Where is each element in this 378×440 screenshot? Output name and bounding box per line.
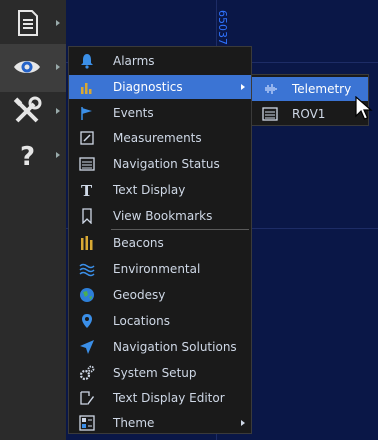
globe-icon: [80, 288, 94, 302]
chevron-right-icon: [56, 152, 60, 158]
menu-item-label: Geodesy: [113, 288, 166, 302]
menu-item-geodesy[interactable]: Geodesy: [69, 283, 251, 307]
diagnostics-submenu: Telemetry ROV1: [251, 74, 369, 126]
map-pin-icon: [82, 314, 92, 328]
toolbar-view-button[interactable]: [0, 44, 66, 92]
theme-palette-icon: [79, 415, 95, 431]
menu-item-label: Text Display: [113, 183, 186, 197]
menu-item-locations[interactable]: Locations: [69, 309, 251, 333]
menu-item-diagnostics[interactable]: Diagnostics: [69, 75, 251, 99]
view-menu: Alarms Diagnostics Events Measurements N…: [68, 46, 252, 434]
bar-chart-icon: [81, 83, 92, 94]
menu-item-events[interactable]: Events: [69, 101, 251, 125]
chevron-right-icon: [56, 64, 60, 70]
signal-wave-icon: [265, 84, 277, 94]
menu-item-measurements[interactable]: Measurements: [69, 126, 251, 150]
tools-icon: [13, 96, 42, 123]
chevron-right-icon: [56, 20, 60, 26]
menu-item-label: Theme: [113, 416, 155, 430]
status-panel-icon: [262, 107, 278, 121]
submenu-arrow-icon: [241, 84, 245, 90]
menu-item-text-display-editor[interactable]: Text Display Editor: [69, 386, 251, 410]
menu-item-text-display[interactable]: T Text Display: [69, 178, 251, 202]
status-panel-icon: [79, 157, 95, 171]
submenu-item-label: Telemetry: [292, 82, 352, 96]
menu-item-theme[interactable]: Theme: [69, 411, 251, 435]
submenu-arrow-icon: [241, 420, 245, 426]
eye-icon: [14, 61, 40, 73]
menu-item-label: Navigation Solutions: [113, 340, 237, 354]
menu-item-navigation-status[interactable]: Navigation Status: [69, 152, 251, 176]
svg-text:T: T: [81, 182, 93, 198]
menu-item-environmental[interactable]: Environmental: [69, 257, 251, 281]
waves-icon: [79, 263, 95, 277]
menu-item-label: Alarms: [113, 54, 155, 68]
menu-item-system-setup[interactable]: System Setup: [69, 361, 251, 385]
toolbar-tools-button[interactable]: [0, 88, 66, 136]
submenu-item-rov1[interactable]: ROV1: [252, 102, 368, 126]
toolbar-help-button[interactable]: ?: [0, 132, 66, 180]
submenu-item-label: ROV1: [292, 107, 326, 121]
menu-item-beacons[interactable]: Beacons: [69, 231, 251, 255]
menu-item-label: Environmental: [113, 262, 201, 276]
left-toolbar: ?: [0, 0, 66, 440]
menu-item-label: Text Display Editor: [113, 391, 225, 405]
bell-icon: [81, 54, 93, 69]
navigation-arrow-icon: [80, 340, 94, 354]
menu-item-label: View Bookmarks: [113, 209, 213, 223]
edit-document-icon: [80, 391, 94, 405]
document-icon: [18, 10, 38, 36]
menu-item-view-bookmarks[interactable]: View Bookmarks: [69, 204, 251, 228]
question-mark-icon: ?: [20, 142, 35, 170]
text-t-icon: T: [81, 182, 93, 198]
flag-icon: [81, 107, 92, 120]
menu-item-label: Events: [113, 106, 154, 120]
map-coordinate-label: 65037: [216, 10, 229, 45]
menu-item-alarms[interactable]: Alarms: [69, 49, 251, 73]
mouse-cursor-icon: [355, 96, 373, 120]
menu-item-label: Beacons: [113, 236, 164, 250]
toolbar-document-button[interactable]: [0, 0, 66, 48]
svg-text:?: ?: [20, 142, 35, 170]
bookmark-icon: [82, 208, 92, 224]
menu-item-navigation-solutions[interactable]: Navigation Solutions: [69, 335, 251, 359]
menu-item-label: Locations: [113, 314, 171, 328]
gears-icon: [79, 365, 95, 381]
pencil-ruler-icon: [80, 131, 94, 145]
menu-item-label: System Setup: [113, 366, 197, 380]
menu-item-label: Navigation Status: [113, 157, 220, 171]
beacon-bars-icon: [81, 236, 93, 250]
menu-item-label: Diagnostics: [113, 80, 183, 94]
chevron-right-icon: [56, 108, 60, 114]
menu-item-label: Measurements: [113, 131, 202, 145]
submenu-item-telemetry[interactable]: Telemetry: [252, 77, 368, 101]
menu-separator: [111, 229, 249, 230]
